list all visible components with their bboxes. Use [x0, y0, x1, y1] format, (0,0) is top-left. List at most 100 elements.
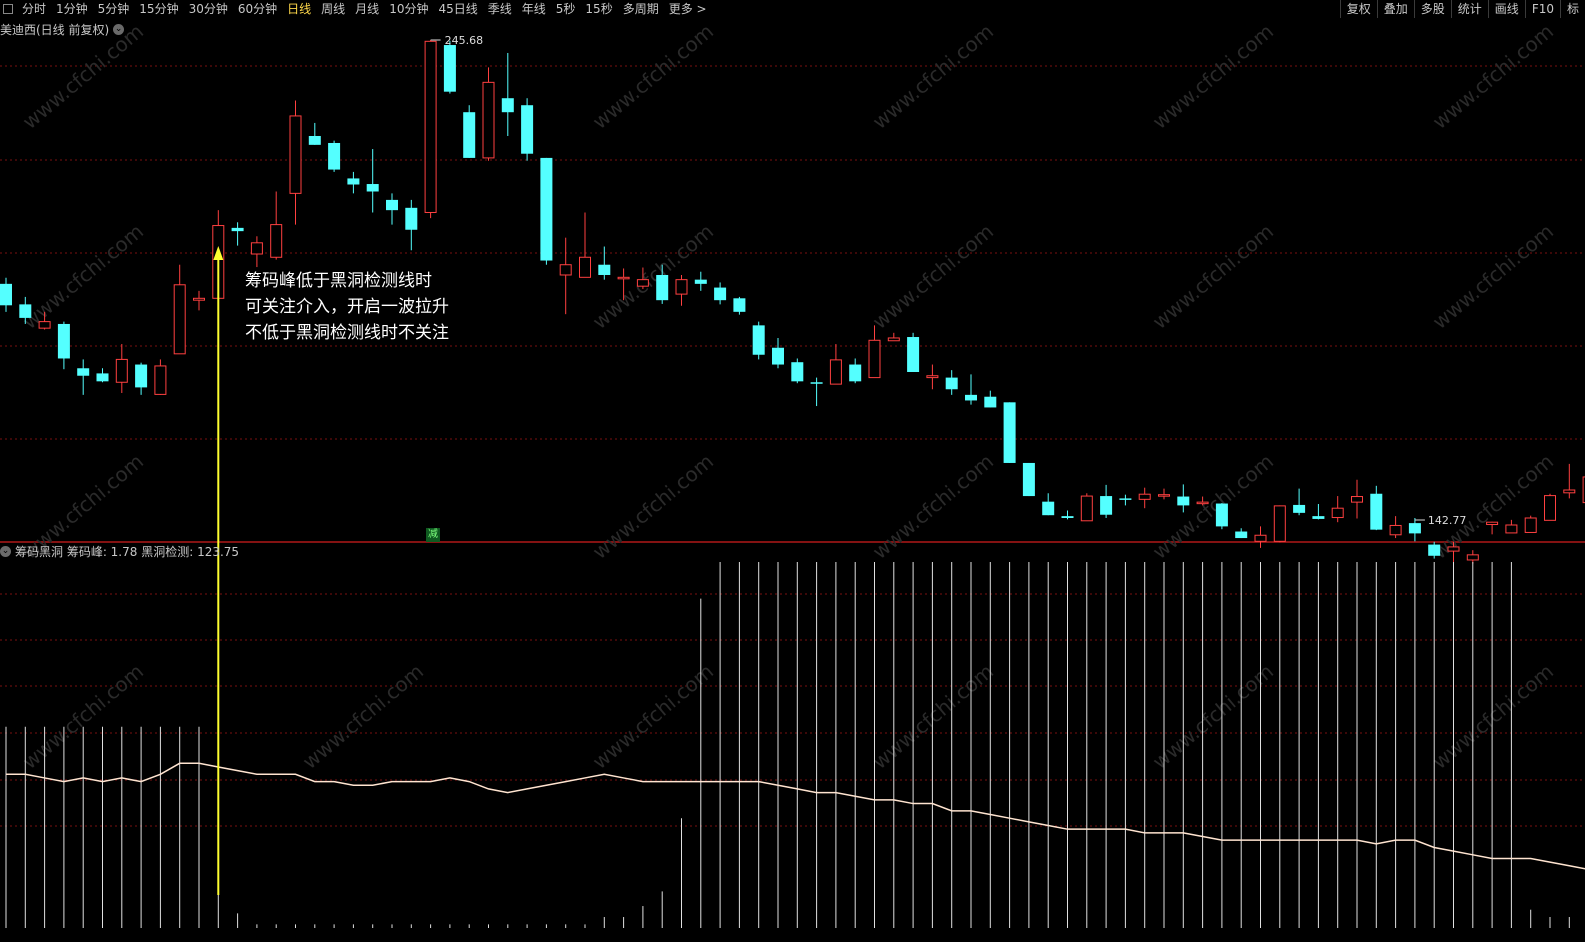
candle-body — [0, 283, 12, 306]
candle-body — [965, 394, 977, 401]
candle-body — [1003, 402, 1016, 463]
candle-body — [926, 375, 939, 379]
candle-body — [366, 184, 379, 192]
candle-body — [1061, 516, 1074, 518]
candle-body — [849, 364, 862, 382]
annotation-text: 筹码峰低于黑洞检测线时 可关注介入，开启一波拉升 不低于黑洞检测线时不关注 — [245, 268, 449, 346]
candle-body — [1312, 516, 1325, 519]
watermark-text: www.cfchi.com — [1148, 219, 1278, 334]
candle-body — [1331, 507, 1344, 519]
candle-body — [636, 279, 649, 287]
watermark-text: www.cfchi.com — [1428, 449, 1558, 564]
watermark-text: www.cfchi.com — [1148, 449, 1278, 564]
candle-body — [1158, 494, 1170, 497]
watermark-text: www.cfchi.com — [588, 219, 718, 334]
candle-body — [482, 81, 495, 159]
candle-body — [1215, 503, 1228, 527]
candle-body — [405, 207, 418, 230]
candle-body — [945, 377, 958, 390]
watermark-text: www.cfchi.com — [18, 219, 148, 334]
candle-body — [1138, 493, 1151, 500]
candle-body — [694, 279, 707, 284]
candle-body — [347, 178, 360, 185]
candle-body — [328, 142, 341, 170]
candle-body — [559, 264, 572, 276]
candle-body — [791, 362, 804, 382]
candle-body — [521, 105, 534, 154]
watermark-text: www.cfchi.com — [868, 659, 998, 774]
candle-body — [772, 347, 784, 365]
candle-body — [424, 40, 437, 213]
indicator-title: 筹码黑洞 筹码峰: 1.78 黑洞检测: 123.75 — [15, 545, 240, 559]
candle-body — [1351, 496, 1363, 503]
candle-body — [1370, 493, 1383, 530]
watermark-text: www.cfchi.com — [1428, 659, 1558, 774]
candle-body — [38, 321, 51, 329]
candle-body — [1389, 524, 1402, 536]
candle-body — [270, 224, 283, 258]
candle-body — [1235, 531, 1248, 539]
annotation-line: 可关注介入，开启一波拉升 — [245, 297, 449, 317]
candle-body — [501, 98, 514, 113]
candle-body — [1196, 501, 1209, 505]
candle-body — [231, 227, 244, 232]
watermark-text: www.cfchi.com — [298, 659, 428, 774]
watermark-text: www.cfchi.com — [868, 19, 998, 134]
candle-body — [173, 284, 186, 355]
reduce-badge: 减 — [426, 528, 440, 542]
candle-body — [96, 373, 109, 382]
candle-body — [540, 157, 553, 261]
candle-body — [19, 304, 32, 318]
annotation-line: 不低于黑洞检测线时不关注 — [245, 323, 449, 343]
candle-body — [135, 364, 148, 388]
candle-body — [752, 325, 765, 355]
candle-body — [250, 242, 263, 255]
watermark-text: www.cfchi.com — [1428, 219, 1558, 334]
black-hole-line — [6, 762, 1585, 870]
candle-body — [1505, 524, 1518, 534]
kline-chart: www.cfchi.com www.cfchi.com www.cfchi.com w… — [0, 19, 1585, 928]
candle-body — [887, 337, 900, 342]
candle-body — [675, 279, 688, 295]
candle-body — [907, 337, 920, 373]
candle-body — [1273, 505, 1286, 542]
candle-body — [1428, 544, 1441, 556]
candle-body — [1254, 534, 1267, 542]
candle-body — [598, 264, 611, 275]
watermark-text: www.cfchi.com — [18, 19, 148, 134]
high-price-label: 245.68 — [445, 34, 484, 47]
candle-body — [733, 298, 746, 312]
candle-body — [714, 287, 727, 301]
candle-body — [57, 323, 70, 359]
watermark-text: www.cfchi.com — [588, 19, 718, 134]
candle-body — [1563, 489, 1576, 494]
candle-body — [1042, 501, 1055, 516]
candle-body — [1100, 496, 1113, 515]
candle-body — [463, 112, 476, 158]
candle-body — [154, 365, 167, 395]
watermark-text: www.cfchi.com — [1148, 19, 1278, 134]
candle-body — [1524, 517, 1537, 533]
watermark-text: www.cfchi.com — [868, 449, 998, 564]
annotation-line: 筹码峰低于黑洞检测线时 — [245, 271, 432, 291]
candle-body — [656, 274, 669, 301]
candle-body — [1177, 496, 1190, 506]
candle-body — [1119, 498, 1132, 500]
chevron-down-icon[interactable]: ⌄ — [0, 546, 11, 557]
candle-body — [1466, 554, 1479, 561]
watermark-text: www.cfchi.com — [588, 449, 718, 564]
candle-body — [1080, 495, 1093, 522]
candle-body — [308, 135, 321, 145]
candle-body — [386, 199, 398, 211]
candle-body — [810, 382, 823, 384]
candle-body — [1022, 462, 1035, 497]
candle-body — [617, 276, 630, 280]
watermark-text: www.cfchi.com — [1428, 19, 1558, 134]
candle-body — [115, 358, 128, 383]
candle-body — [1293, 504, 1306, 513]
low-price-label: 142.77 — [1428, 514, 1467, 527]
candle-body — [289, 115, 302, 194]
candle-body — [193, 297, 205, 301]
candle-body — [579, 256, 591, 278]
candle-body — [829, 359, 842, 385]
